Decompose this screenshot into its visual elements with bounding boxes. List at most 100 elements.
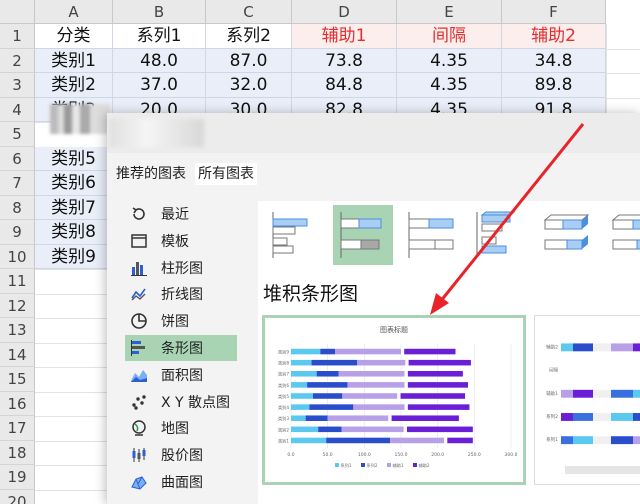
bar-segment: [404, 371, 408, 377]
bar-segment: [593, 413, 611, 421]
chart-type-template[interactable]: 模板: [125, 228, 237, 254]
legend-swatch: [335, 463, 339, 467]
row-header[interactable]: 8: [0, 195, 35, 220]
column-header[interactable]: B: [113, 0, 206, 24]
chart-type-label: 模板: [161, 233, 189, 250]
subtype-100-stacked-bar[interactable]: [401, 205, 461, 265]
chart-type-recent[interactable]: 最近: [125, 201, 237, 227]
row-header[interactable]: 2: [0, 48, 35, 73]
y-category-label: 类别7: [278, 371, 289, 378]
category-cell[interactable]: 类别6: [35, 171, 113, 196]
column-header[interactable]: D: [292, 0, 397, 24]
legend-swatch: [361, 463, 365, 467]
header-cell[interactable]: 辅助2: [502, 24, 606, 49]
bar-segment: [593, 389, 611, 398]
row-header[interactable]: 4: [0, 97, 35, 122]
chart-type-label: 股价图: [161, 448, 203, 465]
x-tick-label: 100.0: [358, 452, 371, 458]
column-header[interactable]: F: [502, 0, 606, 24]
chart-type-bar-chart[interactable]: 条形图: [125, 335, 237, 361]
column-header[interactable]: E: [397, 0, 502, 24]
y-category-label: 类别1: [278, 437, 289, 444]
data-cell[interactable]: 34.8: [502, 48, 606, 73]
category-cell[interactable]: 类别9: [35, 244, 113, 269]
header-cell[interactable]: 辅助1: [292, 24, 397, 49]
tab-recommended-charts[interactable]: 推荐的图表: [116, 163, 186, 185]
subtype-clustered-bar[interactable]: [265, 205, 325, 265]
chart-type-scatter-chart[interactable]: X Y 散点图: [125, 389, 237, 415]
template-icon: [129, 232, 149, 250]
data-cell[interactable]: 87.0: [206, 48, 292, 73]
row-header[interactable]: 17: [0, 416, 35, 441]
category-cell[interactable]: 类别5: [35, 146, 113, 171]
row-header[interactable]: 20: [0, 489, 35, 504]
row-header[interactable]: 14: [0, 342, 35, 367]
bar-segment: [407, 371, 463, 377]
header-cell[interactable]: 系列1: [113, 24, 206, 49]
chart-preview-1[interactable]: 图表标题 0.0 50.0 100.0 150.0 200.0 250.0 300.0 类别1 类…: [262, 315, 526, 485]
subtype-3d-stacked-bar[interactable]: [537, 205, 597, 265]
data-cell[interactable]: 类别2: [35, 73, 113, 98]
category-cell[interactable]: 类别7: [35, 195, 113, 220]
x-tick-label: 200.0: [431, 452, 444, 458]
row-header[interactable]: 10: [0, 244, 35, 269]
header-cell[interactable]: 系列2: [206, 24, 292, 49]
chart-type-column-chart[interactable]: 柱形图: [125, 255, 237, 281]
tab-all-charts[interactable]: 所有图表: [195, 163, 257, 185]
row-header[interactable]: 3: [0, 73, 35, 98]
bar-segment: [633, 436, 640, 445]
row-header[interactable]: 16: [0, 391, 35, 416]
chart-type-pie-chart[interactable]: 饼图: [125, 308, 237, 334]
row-header[interactable]: 6: [0, 146, 35, 171]
bar-segment: [347, 382, 405, 388]
chart-type-label: 曲面图: [161, 475, 203, 491]
data-cell[interactable]: 48.0: [113, 48, 206, 73]
y-category-label: 类别4: [278, 404, 289, 411]
category-cell[interactable]: 类别8: [35, 220, 113, 245]
chart-type-stock-chart[interactable]: 股价图: [125, 442, 237, 468]
chart-type-line-chart[interactable]: 折线图: [125, 281, 237, 307]
row-header[interactable]: 11: [0, 269, 35, 294]
chart-type-map-chart[interactable]: 地图: [125, 415, 237, 441]
data-cell[interactable]: 4.35: [397, 48, 502, 73]
row-header[interactable]: 7: [0, 171, 35, 196]
data-cell[interactable]: 84.8: [292, 73, 397, 98]
row-header[interactable]: 5: [0, 122, 35, 147]
scatter-chart-icon: [129, 393, 149, 411]
chart-type-label: 饼图: [161, 314, 189, 331]
row-header[interactable]: 19: [0, 465, 35, 490]
row-header[interactable]: 12: [0, 293, 35, 318]
bar-segment: [593, 343, 611, 352]
row-header[interactable]: 1: [0, 24, 35, 49]
row-header[interactable]: 15: [0, 367, 35, 392]
bar-segment: [335, 348, 401, 355]
bar-segment: [633, 389, 640, 398]
row-header[interactable]: 18: [0, 440, 35, 465]
row-header[interactable]: 9: [0, 220, 35, 245]
chart-type-area-chart[interactable]: 面积图: [125, 362, 237, 388]
data-cell[interactable]: 73.8: [292, 48, 397, 73]
bar-segment: [611, 343, 633, 352]
data-cell[interactable]: 37.0: [113, 73, 206, 98]
column-header[interactable]: C: [206, 0, 292, 24]
bar-segment: [291, 371, 317, 377]
subtype-3d-100-stacked-bar[interactable]: [605, 205, 640, 265]
row-header[interactable]: 13: [0, 318, 35, 343]
chart-preview-2[interactable]: 辅助2 间隔 辅助1 系列2 系列1: [534, 315, 640, 485]
y-category-label: 类别9: [278, 349, 289, 356]
bar-segment: [291, 404, 310, 410]
legend-label: 辅助2: [419, 462, 430, 469]
header-cell[interactable]: 分类: [35, 24, 113, 49]
data-cell[interactable]: 4.35: [397, 73, 502, 98]
column-header[interactable]: A: [35, 0, 113, 24]
subtype-3d-clustered-bar[interactable]: [469, 205, 529, 265]
select-all-corner[interactable]: [0, 0, 35, 24]
data-cell[interactable]: 32.0: [206, 73, 292, 98]
y-category-label: 间隔: [549, 367, 558, 374]
data-cell[interactable]: 类别1: [35, 48, 113, 73]
header-cell[interactable]: 间隔: [397, 24, 502, 49]
data-cell[interactable]: 89.8: [502, 73, 606, 98]
clustered-bar-icon: [272, 212, 308, 258]
chart-type-surface-chart[interactable]: 曲面图: [125, 469, 237, 495]
subtype-stacked-bar[interactable]: [333, 205, 393, 265]
